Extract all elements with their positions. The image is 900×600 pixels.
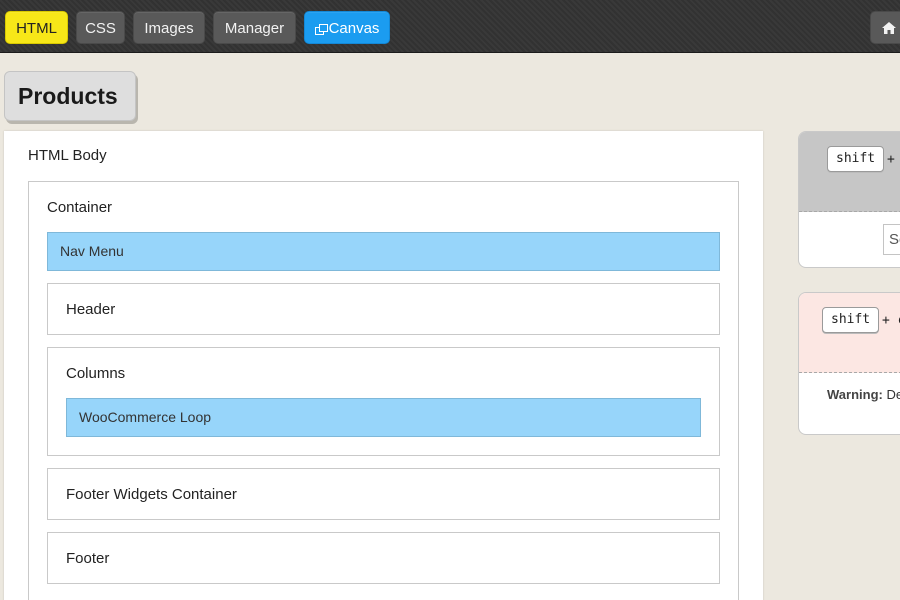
node-header-label: Header [66,301,116,318]
warning-label: Warning: [827,387,883,402]
node-container-label: Container [47,199,113,216]
home-icon [882,22,896,34]
search-input[interactable]: Se [883,224,900,255]
shift-key-badge-2: shift [822,307,880,333]
node-footer-label: Footer [66,550,110,567]
tab-css[interactable]: CSS [76,11,125,44]
plus-sign-2: + c [882,313,900,328]
warning-card: shift + c Warning: De [798,292,900,435]
node-columns[interactable]: Columns WooCommerce Loop [47,347,720,456]
node-columns-label: Columns [66,365,126,382]
canvas-button[interactable]: Canvas [304,11,390,44]
windows-icon [314,24,328,35]
home-button[interactable] [870,11,900,44]
warning-text: Warning: De [827,387,900,402]
node-container[interactable]: Container Nav Menu Header Columns WooCom… [28,181,739,600]
node-header[interactable]: Header [47,283,720,335]
plus-sign: + [887,152,895,167]
canvas-label: Canvas [328,20,380,37]
node-footer-widgets-label: Footer Widgets Container [66,486,237,503]
tab-images[interactable]: Images [133,11,205,44]
shift-key-badge: shift [827,146,885,172]
node-woocommerce-loop[interactable]: WooCommerce Loop [66,398,701,437]
warning-fragment: De [886,387,900,402]
top-toolbar: HTML CSS Images Manager Canvas [0,0,900,53]
shortcut-header: shift + [799,132,900,212]
tab-manager[interactable]: Manager [213,11,296,44]
node-footer[interactable]: Footer [47,532,720,584]
page-title: Products [4,71,136,121]
node-footer-widgets-container[interactable]: Footer Widgets Container [47,468,720,520]
html-tree-panel: HTML Body Container Nav Menu Header Colu… [4,131,763,600]
node-nav-menu[interactable]: Nav Menu [47,232,720,271]
search-card: shift + Se [798,131,900,268]
node-html-body-label[interactable]: HTML Body [28,147,107,164]
shortcut-header-2: shift + c [799,293,900,373]
tab-html[interactable]: HTML [5,11,68,44]
